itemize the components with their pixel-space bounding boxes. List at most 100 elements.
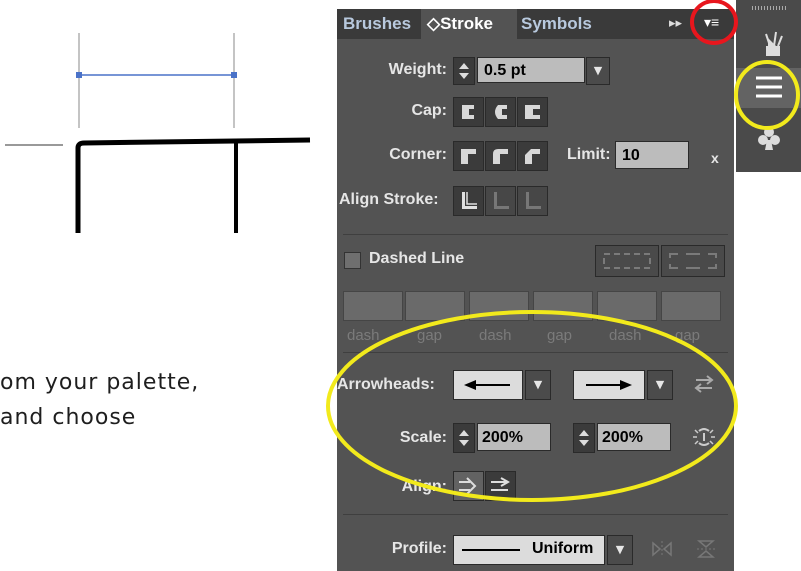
flip-across-icon[interactable] xyxy=(695,539,717,559)
stepper-arrows-icon xyxy=(459,430,469,446)
cap-butt-button[interactable] xyxy=(453,97,484,127)
start-arrowhead-select[interactable] xyxy=(453,370,523,400)
dock-brushes-button[interactable] xyxy=(736,24,801,64)
selected-path-guides xyxy=(5,33,311,233)
dash-field-1[interactable] xyxy=(343,291,403,321)
bevel-join-icon xyxy=(525,149,540,164)
dashed-line-label: Dashed Line xyxy=(369,250,465,267)
dash-field-3[interactable] xyxy=(597,291,657,321)
cap-round-button[interactable] xyxy=(485,97,516,127)
weight-stepper[interactable] xyxy=(453,57,475,85)
anchor-point[interactable] xyxy=(231,72,237,78)
align-label: Align: xyxy=(401,478,447,495)
gap-field-3[interactable] xyxy=(661,291,721,321)
expand-panel-icon[interactable]: ▸▸ xyxy=(669,15,682,31)
dock-stroke-button[interactable] xyxy=(736,68,801,108)
dock-grip[interactable] xyxy=(752,6,786,10)
tab-symbols[interactable]: Symbols xyxy=(521,9,601,39)
dash-preserve-button[interactable] xyxy=(595,245,659,277)
tab-brushes[interactable]: Brushes xyxy=(343,9,425,39)
end-scale-stepper[interactable] xyxy=(573,423,595,453)
arrow-beyond-icon xyxy=(459,477,477,495)
corner-miter-button[interactable] xyxy=(453,141,484,171)
stroke-panel: Brushes ◇Stroke Symbols ▸▸ ▾≡ Weight: 0.… xyxy=(337,9,734,571)
left-arrow-icon xyxy=(464,380,510,390)
dash-label: dash xyxy=(479,327,512,344)
flip-along-icon[interactable] xyxy=(651,539,673,559)
start-scale-stepper[interactable] xyxy=(453,423,475,453)
end-scale-input[interactable]: 200% xyxy=(597,423,671,451)
corner-label: Corner: xyxy=(389,146,447,163)
dash-align-corners-button[interactable] xyxy=(661,245,725,277)
limit-input[interactable]: 10 xyxy=(615,141,689,169)
align-outside-icon xyxy=(526,192,541,209)
align-dash-corners-icon xyxy=(669,253,717,269)
section-divider xyxy=(343,514,728,515)
scale-label: Scale: xyxy=(399,429,447,446)
profile-label: Profile: xyxy=(391,540,447,557)
arrow-tip-at-end-button[interactable] xyxy=(485,471,516,501)
dash-label: dash xyxy=(609,327,642,344)
section-divider xyxy=(343,352,728,353)
profile-value: Uniform xyxy=(532,540,594,557)
butt-cap-icon xyxy=(462,105,474,119)
align-stroke-label: Align Stroke: xyxy=(339,191,439,208)
gap-field-1[interactable] xyxy=(405,291,465,321)
dock-symbols-button[interactable] xyxy=(736,122,801,162)
stepper-arrows-icon xyxy=(459,63,469,79)
stepper-arrows-icon xyxy=(579,430,589,446)
align-outside-button[interactable] xyxy=(517,186,548,216)
right-arrow-icon xyxy=(586,380,632,390)
end-arrowhead-select[interactable] xyxy=(573,370,645,400)
start-scale-input[interactable]: 200% xyxy=(477,423,551,451)
gap-label: gap xyxy=(417,327,443,344)
weight-dropdown-button[interactable]: ▼ xyxy=(586,57,610,85)
dash-label: dash xyxy=(347,327,380,344)
cap-label: Cap: xyxy=(411,102,447,119)
tutorial-text-line2: and choose xyxy=(0,405,137,430)
arrow-at-end-icon xyxy=(491,477,511,491)
gap-label: gap xyxy=(547,327,573,344)
preserve-dash-icon xyxy=(603,253,651,269)
gap-field-2[interactable] xyxy=(533,291,593,321)
swap-arrowheads-icon[interactable] xyxy=(692,372,716,396)
profile-select[interactable]: Uniform xyxy=(453,535,605,565)
tutorial-text-line1: om your palette, xyxy=(0,370,200,395)
stroke-lines-icon xyxy=(756,76,782,98)
corner-bevel-button[interactable] xyxy=(517,141,548,171)
artboard-illustration xyxy=(0,0,330,240)
panel-menu-icon[interactable]: ▾≡ xyxy=(704,14,719,31)
profile-dropdown-button[interactable]: ▼ xyxy=(607,535,633,565)
club-symbol-icon xyxy=(758,127,780,150)
link-scale-icon[interactable] xyxy=(691,425,717,449)
round-cap-icon xyxy=(495,105,507,119)
anchor-point[interactable] xyxy=(76,72,82,78)
arrow-tip-beyond-button[interactable] xyxy=(453,471,484,501)
brushes-icon xyxy=(765,31,783,56)
round-join-icon xyxy=(493,149,508,164)
limit-unit: x xyxy=(711,150,719,166)
thick-stroke-path xyxy=(75,137,311,233)
align-center-button[interactable] xyxy=(453,186,484,216)
weight-label: Weight: xyxy=(388,61,447,78)
collapsed-panel-dock xyxy=(736,0,801,172)
miter-join-icon xyxy=(461,149,476,164)
cap-projecting-button[interactable] xyxy=(517,97,548,127)
dash-field-2[interactable] xyxy=(469,291,529,321)
projecting-cap-icon xyxy=(525,105,540,119)
align-inside-icon xyxy=(494,192,509,209)
arrowheads-label: Arrowheads: xyxy=(337,376,435,393)
align-center-icon xyxy=(462,192,477,209)
panel-tab-bar: Brushes ◇Stroke Symbols ▸▸ ▾≡ xyxy=(337,9,734,39)
uniform-profile-icon xyxy=(462,549,520,551)
limit-label: Limit: xyxy=(567,146,611,163)
corner-round-button[interactable] xyxy=(485,141,516,171)
align-inside-button[interactable] xyxy=(485,186,516,216)
gap-label: gap xyxy=(675,327,701,344)
tab-stroke[interactable]: ◇Stroke xyxy=(421,9,517,39)
section-divider xyxy=(343,234,728,235)
start-arrowhead-dropdown-button[interactable]: ▼ xyxy=(525,370,551,400)
end-arrowhead-dropdown-button[interactable]: ▼ xyxy=(647,370,673,400)
weight-input[interactable]: 0.5 pt xyxy=(477,57,585,83)
dashed-line-checkbox[interactable] xyxy=(344,252,361,269)
